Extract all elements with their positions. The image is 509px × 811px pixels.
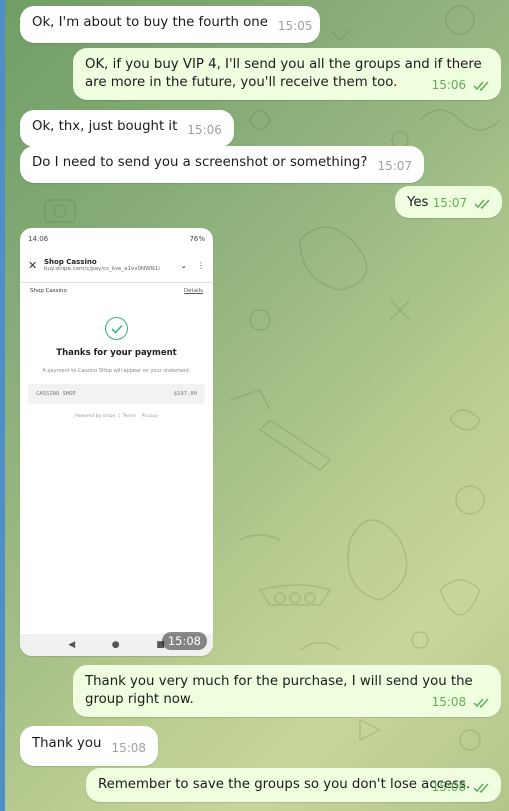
browser-url: buy.stripe.com/c/pay/cs_live_a1vv0NWN1i [44, 266, 160, 272]
message-meta: 15:08 [432, 778, 491, 796]
back-nav-icon: ◀ [68, 640, 76, 650]
message-text: Do I need to send you a screenshot or so… [32, 155, 368, 170]
line-item: CASSINO SHOP $197.00 [28, 384, 205, 404]
phone-battery: 76% [189, 235, 205, 243]
message-text: Thank you very much for the purchase, I … [85, 674, 473, 707]
message-time: 15:08 [161, 632, 207, 650]
phone-browser-header: ✕ Shop Cassino buy.stripe.com/c/pay/cs_l… [20, 250, 213, 280]
check-circle-icon [105, 317, 128, 340]
message-time: 15:08 [431, 695, 467, 709]
message-incoming[interactable]: Do I need to send you a screenshot or so… [20, 146, 425, 183]
message-meta: 15:06 [432, 76, 491, 94]
double-check-icon [473, 81, 489, 91]
message-meta: 15:08 [432, 693, 491, 711]
double-check-icon [474, 199, 490, 209]
phone-status-bar: 14:06 76% [20, 228, 213, 250]
stripe-footer: Powered by stripe | Terms Privacy [75, 414, 158, 419]
message-text: Ok, I'm about to buy the fourth one [32, 15, 268, 30]
message-time: 15:07 [377, 159, 413, 173]
payment-heading: Thanks for your payment [56, 348, 177, 358]
privacy-link: Privacy [141, 414, 158, 419]
home-nav-icon: ● [111, 640, 120, 650]
message-time: 15:06 [187, 123, 222, 137]
message-time: 15:07 [432, 196, 468, 210]
message-meta: 15:07 [433, 194, 492, 212]
double-check-icon [473, 698, 489, 708]
terms-link: Terms [122, 414, 136, 419]
line-item-amount: $197.00 [173, 391, 197, 397]
payment-note: A payment to Cassino SHop will appear on… [42, 368, 191, 374]
message-text: Ok, thx, just bought it [32, 119, 178, 134]
browser-site-title: Shop Cassino [44, 258, 97, 266]
message-text: Remember to save the groups so you don't… [98, 777, 471, 792]
message-text: Yes [407, 195, 429, 210]
details-link: Details [183, 288, 203, 294]
message-time: 15:08 [111, 741, 147, 755]
merchant-name: Shop Cassino [30, 288, 67, 294]
line-item-name: CASSINO SHOP [36, 391, 76, 397]
message-outgoing[interactable]: Remember to save the groups so you don't… [86, 768, 501, 802]
message-outgoing[interactable]: OK, if you buy VIP 4, I'll send you all … [73, 48, 501, 100]
phone-status-time: 14:06 [28, 235, 49, 243]
message-time: 15:05 [277, 19, 313, 33]
message-outgoing[interactable]: Thank you very much for the purchase, I … [73, 665, 501, 717]
image-message[interactable]: 14:06 76% ✕ Shop Cassino buy.stripe.com/… [20, 228, 213, 656]
message-incoming[interactable]: Ok, thx, just bought it 15:06 [20, 110, 234, 147]
powered-by: Powered by stripe [75, 414, 116, 419]
merchant-row: Shop Cassino Details [20, 283, 213, 299]
message-incoming[interactable]: Thank you 15:08 [20, 726, 159, 766]
message-time: 15:06 [431, 78, 467, 92]
message-outgoing[interactable]: Yes 15:07 [395, 186, 502, 218]
sidebar-edge [0, 0, 5, 811]
menu-dots-icon: ⋮ [197, 260, 205, 270]
message-time: 15:08 [431, 780, 467, 794]
share-icon: ⌄ [180, 260, 187, 270]
message-incoming[interactable]: Ok, I'm about to buy the fourth one 15:05 [20, 6, 321, 43]
message-text: OK, if you buy VIP 4, I'll send you all … [85, 57, 482, 90]
double-check-icon [473, 783, 489, 793]
message-text: Thank you [32, 736, 102, 751]
close-icon: ✕ [28, 258, 38, 272]
